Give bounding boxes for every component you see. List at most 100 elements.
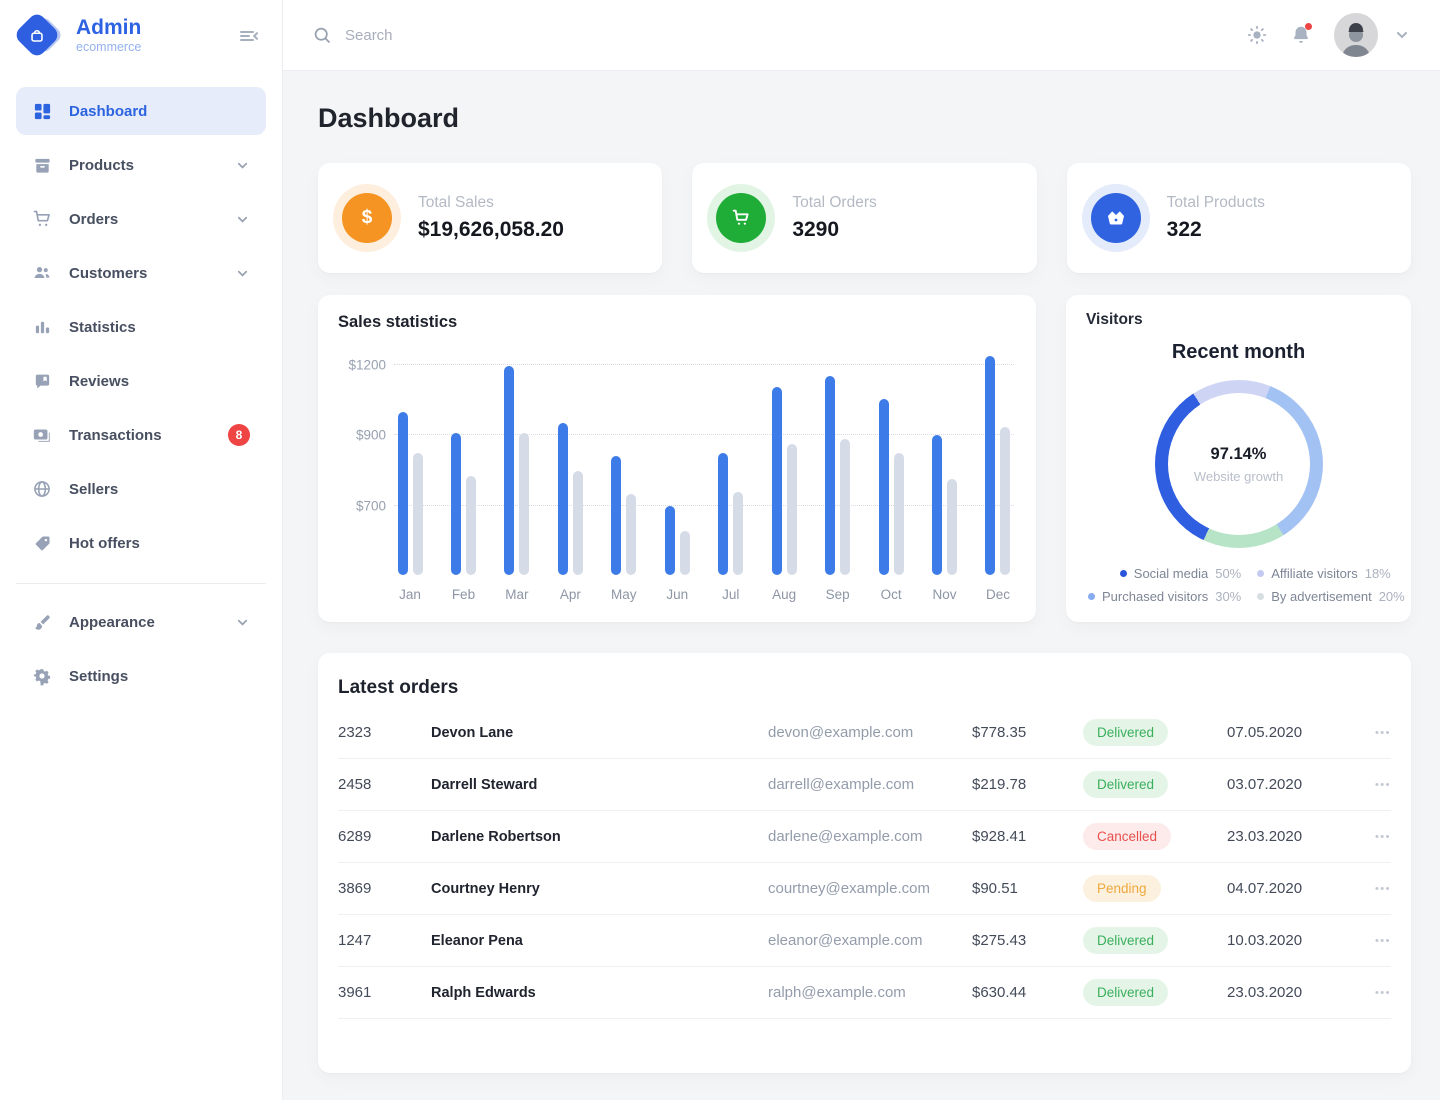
stat-label: Total Products xyxy=(1166,194,1265,211)
sidebar-item-orders[interactable]: Orders xyxy=(16,195,266,243)
order-customer-name: Darlene Robertson xyxy=(431,828,561,845)
bar-group-oct xyxy=(875,354,907,575)
order-id: 3961 xyxy=(338,984,372,1001)
sidebar-item-reviews[interactable]: Reviews xyxy=(16,357,266,405)
theme-toggle-button[interactable] xyxy=(1246,24,1268,46)
current-bar-jul xyxy=(718,452,729,575)
legend-dot xyxy=(1257,593,1265,600)
status-badge: Delivered xyxy=(1083,979,1169,1006)
y-axis-tick: $700 xyxy=(355,498,386,514)
sun-icon xyxy=(1247,25,1267,45)
visitors-title: Visitors xyxy=(1086,311,1143,328)
settings-icon xyxy=(32,666,52,686)
order-amount: $778.35 xyxy=(972,724,1027,741)
table-row: 3961 Ralph Edwards ralph@example.com $63… xyxy=(338,967,1391,1019)
order-date: 04.07.2020 xyxy=(1227,880,1303,897)
row-menu-button[interactable]: ••• xyxy=(1361,727,1391,739)
orders-table: 2323 Devon Lane devon@example.com $778.3… xyxy=(338,707,1391,1019)
bar-group-may xyxy=(608,354,640,575)
order-id: 1247 xyxy=(338,932,372,949)
previous-bar-mar xyxy=(519,432,530,575)
sidebar-nav-footer: Appearance Settings xyxy=(0,584,282,706)
order-date: 03.07.2020 xyxy=(1227,776,1303,793)
hot-offers-icon xyxy=(32,533,52,553)
sidebar-item-products[interactable]: Products xyxy=(16,141,266,189)
order-id: 2323 xyxy=(338,724,372,741)
order-email: courtney@example.com xyxy=(768,880,930,897)
sidebar-item-appearance[interactable]: Appearance xyxy=(16,598,266,646)
sidebar-item-label: Orders xyxy=(69,210,119,228)
sidebar-item-label: Appearance xyxy=(69,613,155,631)
sidebar-item-label: Hot offers xyxy=(69,534,140,552)
current-bar-aug xyxy=(771,387,782,575)
legend-percent: 20% xyxy=(1378,589,1405,604)
row-menu-button[interactable]: ••• xyxy=(1361,987,1391,999)
dollar-icon: $ xyxy=(342,193,392,243)
sidebar-item-dashboard[interactable]: Dashboard xyxy=(16,87,266,135)
stat-value: $19,626,058.20 xyxy=(418,218,564,241)
previous-bar-sep xyxy=(840,438,851,575)
status-badge: Delivered xyxy=(1083,771,1169,798)
previous-bar-jul xyxy=(733,491,744,575)
bar-group-feb xyxy=(447,354,479,575)
order-id: 2458 xyxy=(338,776,372,793)
chevron-down-icon xyxy=(1397,32,1407,39)
x-axis-tick: Apr xyxy=(559,587,581,602)
topbar xyxy=(283,0,1440,71)
latest-orders-card: Latest orders 2323 Devon Lane devon@exam… xyxy=(318,653,1411,1073)
stat-label: Total Sales xyxy=(418,194,494,211)
stat-cards: $ Total Sales $19,626,058.20 Total Order… xyxy=(318,163,1411,273)
sidebar-item-settings[interactable]: Settings xyxy=(16,652,266,700)
user-menu-button[interactable] xyxy=(1394,27,1410,43)
order-customer-name: Darrell Steward xyxy=(431,776,538,793)
donut-center-label: Website growth xyxy=(1193,468,1284,484)
row-menu-button[interactable]: ••• xyxy=(1361,883,1391,895)
y-axis-tick: $1200 xyxy=(348,357,386,373)
previous-bar-may xyxy=(626,493,637,575)
transactions-icon xyxy=(32,425,52,445)
app-logo[interactable]: Admin ecommerce xyxy=(12,10,141,59)
status-badge: Pending xyxy=(1083,875,1161,902)
sidebar-item-customers[interactable]: Customers xyxy=(16,249,266,297)
sidebar-item-hot-offers[interactable]: Hot offers xyxy=(16,519,266,567)
order-date: 07.05.2020 xyxy=(1227,724,1303,741)
chevron-down-icon xyxy=(235,158,250,173)
order-amount: $630.44 xyxy=(972,984,1027,1001)
current-bar-dec xyxy=(985,355,996,575)
x-axis-tick: Feb xyxy=(451,587,476,602)
row-menu-button[interactable]: ••• xyxy=(1361,831,1391,843)
sidebar-collapse-button[interactable] xyxy=(238,25,260,47)
previous-bar-nov xyxy=(947,479,958,575)
order-amount: $90.51 xyxy=(972,880,1018,897)
previous-bar-apr xyxy=(572,470,583,575)
x-axis-tick: Jan xyxy=(399,587,421,602)
sidebar-item-statistics[interactable]: Statistics xyxy=(16,303,266,351)
stat-value: 3290 xyxy=(792,218,840,241)
x-axis-tick: Oct xyxy=(880,587,902,602)
latest-orders-title: Latest orders xyxy=(338,677,459,698)
chevron-down-icon xyxy=(235,212,250,227)
current-bar-sep xyxy=(825,375,836,575)
legend-label: By advertisement xyxy=(1271,589,1372,604)
bars-row xyxy=(394,354,1014,575)
sidebar-item-label: Dashboard xyxy=(69,102,148,120)
search-input[interactable] xyxy=(345,26,645,44)
status-badge: Cancelled xyxy=(1083,823,1172,850)
sidebar-item-sellers[interactable]: Sellers xyxy=(16,465,266,513)
row-menu-button[interactable]: ••• xyxy=(1361,779,1391,791)
notifications-button[interactable] xyxy=(1290,23,1312,46)
row-menu-button[interactable]: ••• xyxy=(1361,935,1391,947)
content: Dashboard $ Total Sales $19,626,058.20 T… xyxy=(283,71,1440,1100)
notification-dot xyxy=(1305,23,1312,30)
order-amount: $219.78 xyxy=(972,776,1027,793)
sidebar-item-transactions[interactable]: Transactions 8 xyxy=(16,411,266,459)
search-bar xyxy=(313,26,1246,45)
bar-group-jan xyxy=(394,354,426,575)
avatar[interactable] xyxy=(1334,13,1378,57)
legend-item-purchased-visitors: Purchased visitors 30% xyxy=(1088,589,1241,604)
current-bar-apr xyxy=(557,423,568,575)
previous-bar-aug xyxy=(786,443,797,575)
orders-icon xyxy=(32,209,52,229)
table-row: 6289 Darlene Robertson darlene@example.c… xyxy=(338,811,1391,863)
x-axis-tick: Sep xyxy=(825,587,850,602)
